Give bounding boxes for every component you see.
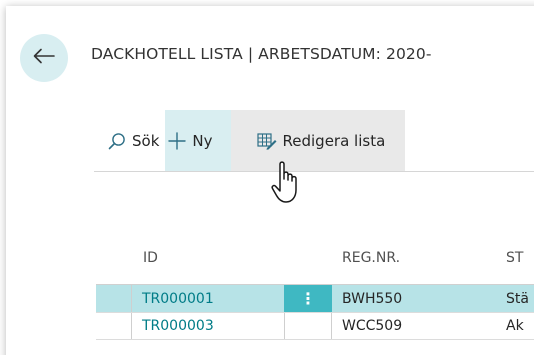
search-label: Sök (132, 131, 160, 150)
row-id-link[interactable]: TR000003 (142, 313, 214, 339)
table-row[interactable]: TR000001 ⋮ BWH550 Stä (96, 284, 534, 312)
column-header-id[interactable]: ID (143, 250, 158, 266)
row-id-link[interactable]: TR000001 (142, 285, 214, 312)
row-reg-nr: BWH550 (342, 290, 403, 307)
new-label: Ny (192, 131, 213, 150)
screen: DACKHOTELL LISTA | ARBETSDATUM: 2020- Sö… (0, 0, 534, 355)
back-button[interactable] (20, 34, 68, 82)
row-menu-button[interactable]: ⋮ (284, 285, 332, 312)
edit-list-action[interactable]: Redigera lista (230, 110, 406, 171)
table-row[interactable]: TR000003 WCC509 Ak (96, 312, 534, 340)
more-vertical-icon: ⋮ (300, 289, 316, 308)
column-header-reg-nr[interactable]: REG.NR. (342, 250, 400, 266)
row-menu-cell[interactable] (284, 313, 332, 339)
page-title: DACKHOTELL LISTA | ARBETSDATUM: 2020- (91, 45, 432, 63)
arrow-left-icon (33, 48, 55, 68)
row-reg-nr: WCC509 (342, 318, 403, 334)
row-status: Stä (506, 290, 529, 307)
edit-list-icon (256, 132, 277, 150)
row-select-cell[interactable] (96, 285, 132, 312)
action-bar-divider (94, 171, 534, 172)
action-bar: Sök Ny Redigera lista (94, 110, 406, 171)
plus-icon (168, 131, 187, 150)
search-action[interactable]: Sök (94, 110, 165, 171)
row-select-cell[interactable] (96, 313, 132, 339)
hand-pointer-icon (270, 160, 304, 208)
new-action[interactable]: Ny (165, 110, 231, 171)
search-icon (108, 132, 126, 150)
column-header-status[interactable]: ST (506, 250, 523, 266)
row-status: Ak (506, 318, 524, 334)
edit-list-label: Redigera lista (282, 131, 386, 150)
